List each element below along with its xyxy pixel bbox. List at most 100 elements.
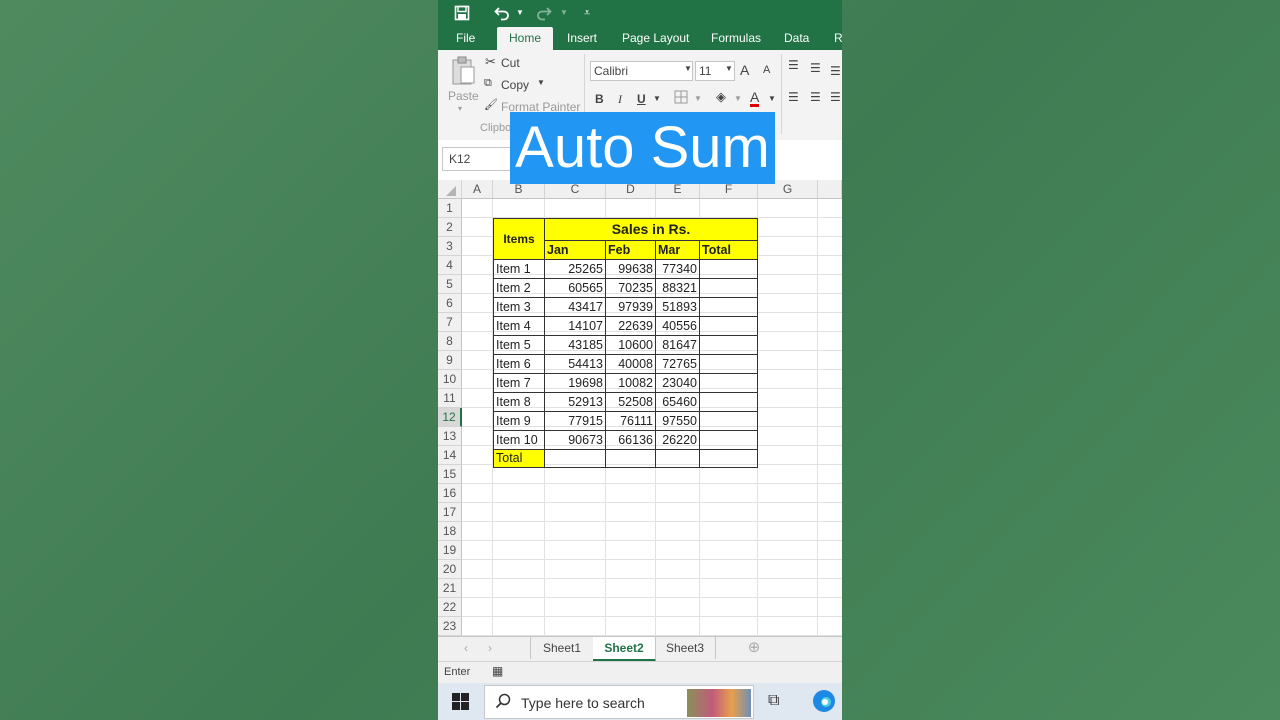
align-middle-icon[interactable]: ☰: [810, 61, 821, 75]
borders-icon[interactable]: [674, 90, 688, 107]
sheet-tab[interactable]: Sheet3: [655, 637, 716, 659]
sheet-tab[interactable]: Sheet1: [530, 637, 594, 659]
tab-formulas[interactable]: Formulas: [711, 27, 761, 50]
month-header-total[interactable]: Total: [699, 240, 758, 260]
cell-item[interactable]: Item 6: [493, 354, 545, 374]
row-header[interactable]: 11: [438, 389, 462, 408]
cell-item[interactable]: Item 3: [493, 297, 545, 317]
cell-mar[interactable]: 23040: [655, 373, 700, 393]
sheet-tab-active[interactable]: Sheet2: [593, 637, 656, 662]
borders-dropdown-icon[interactable]: ▼: [694, 94, 702, 103]
align-left-icon[interactable]: ☰: [788, 90, 799, 104]
row-header[interactable]: 14: [438, 446, 462, 465]
select-all-corner[interactable]: [438, 180, 462, 199]
column-header[interactable]: A: [462, 180, 493, 199]
new-sheet-icon[interactable]: ⊕: [744, 637, 764, 659]
cell-total[interactable]: [699, 335, 758, 355]
total-label[interactable]: Total: [493, 449, 545, 468]
cell-mar[interactable]: 65460: [655, 392, 700, 412]
cell-jan[interactable]: 90673: [544, 430, 606, 450]
font-name-box[interactable]: Calibri: [590, 61, 693, 81]
paste-icon[interactable]: [450, 56, 476, 89]
font-size-dropdown-icon[interactable]: ▼: [725, 64, 733, 73]
cell-feb[interactable]: 70235: [605, 278, 656, 298]
cell-feb[interactable]: 22639: [605, 316, 656, 336]
row-header[interactable]: 10: [438, 370, 462, 389]
row-header[interactable]: 12: [438, 408, 462, 427]
macro-record-icon[interactable]: ▦: [492, 664, 503, 678]
month-header-jan[interactable]: Jan: [544, 240, 606, 260]
cell-total[interactable]: [699, 373, 758, 393]
windows-start-icon[interactable]: [452, 693, 469, 715]
cell-item[interactable]: Item 4: [493, 316, 545, 336]
cell-feb[interactable]: 97939: [605, 297, 656, 317]
cell-item[interactable]: Item 7: [493, 373, 545, 393]
cell-item[interactable]: Item 2: [493, 278, 545, 298]
cell-total[interactable]: [699, 278, 758, 298]
row-header[interactable]: 13: [438, 427, 462, 446]
paste-button[interactable]: Paste: [448, 89, 479, 103]
cell-total[interactable]: [699, 430, 758, 450]
tab-review[interactable]: R: [834, 27, 842, 50]
bold-button[interactable]: B: [595, 92, 604, 106]
cell-total[interactable]: [699, 411, 758, 431]
underline-dropdown-icon[interactable]: ▼: [653, 94, 661, 103]
row-header[interactable]: 7: [438, 313, 462, 332]
cell-mar[interactable]: 40556: [655, 316, 700, 336]
cell-total[interactable]: [699, 259, 758, 279]
cell-feb[interactable]: 40008: [605, 354, 656, 374]
copy-dropdown-icon[interactable]: ▼: [537, 78, 545, 87]
cell-item[interactable]: Item 10: [493, 430, 545, 450]
row-header[interactable]: 1: [438, 199, 462, 218]
taskbar-search-box[interactable]: Type here to search: [484, 685, 754, 719]
cell-item[interactable]: Item 9: [493, 411, 545, 431]
row-header[interactable]: 9: [438, 351, 462, 370]
paste-dropdown-icon[interactable]: ▾: [458, 104, 462, 113]
row-header[interactable]: 20: [438, 560, 462, 579]
font-name-dropdown-icon[interactable]: ▼: [684, 64, 692, 73]
cut-button[interactable]: Cut: [501, 56, 520, 70]
edge-browser-icon[interactable]: [812, 689, 836, 718]
redo-dropdown-icon[interactable]: ▼: [560, 2, 568, 24]
row-header[interactable]: 18: [438, 522, 462, 541]
align-right-icon[interactable]: ☰: [830, 90, 841, 104]
cell-item[interactable]: Item 1: [493, 259, 545, 279]
cell-item[interactable]: Item 5: [493, 335, 545, 355]
sales-header[interactable]: Sales in Rs.: [544, 218, 758, 241]
cell-feb[interactable]: 66136: [605, 430, 656, 450]
cell-mar[interactable]: 81647: [655, 335, 700, 355]
undo-icon[interactable]: [494, 2, 510, 24]
cell-mar[interactable]: 88321: [655, 278, 700, 298]
cell-jan[interactable]: 52913: [544, 392, 606, 412]
cell-feb[interactable]: 99638: [605, 259, 656, 279]
total-mar-cell[interactable]: [655, 449, 700, 468]
scroll-right-icon[interactable]: ›: [480, 637, 500, 659]
cell-feb[interactable]: 76111: [605, 411, 656, 431]
month-header-feb[interactable]: Feb: [605, 240, 656, 260]
row-header[interactable]: 2: [438, 218, 462, 237]
cell-total[interactable]: [699, 392, 758, 412]
cell-mar[interactable]: 77340: [655, 259, 700, 279]
cell-item[interactable]: Item 8: [493, 392, 545, 412]
copy-button[interactable]: Copy: [501, 78, 529, 92]
tab-insert[interactable]: Insert: [567, 27, 597, 50]
total-total-cell[interactable]: [699, 449, 758, 468]
cell-total[interactable]: [699, 297, 758, 317]
task-view-icon[interactable]: ⧉: [768, 692, 779, 710]
font-color-dropdown-icon[interactable]: ▼: [768, 94, 776, 103]
align-center-icon[interactable]: ☰: [810, 90, 821, 104]
customize-icon[interactable]: ⩡: [584, 2, 590, 24]
undo-dropdown-icon[interactable]: ▼: [516, 2, 524, 24]
underline-button[interactable]: U: [637, 92, 646, 106]
column-header-partial[interactable]: [818, 180, 842, 199]
cell-jan[interactable]: 77915: [544, 411, 606, 431]
cell-mar[interactable]: 26220: [655, 430, 700, 450]
row-header[interactable]: 5: [438, 275, 462, 294]
total-feb-cell[interactable]: [605, 449, 656, 468]
row-header[interactable]: 23: [438, 617, 462, 636]
redo-icon[interactable]: [536, 2, 552, 24]
shrink-font-button[interactable]: A: [763, 64, 770, 76]
items-header[interactable]: Items: [493, 218, 545, 260]
cell-feb[interactable]: 52508: [605, 392, 656, 412]
cell-total[interactable]: [699, 354, 758, 374]
